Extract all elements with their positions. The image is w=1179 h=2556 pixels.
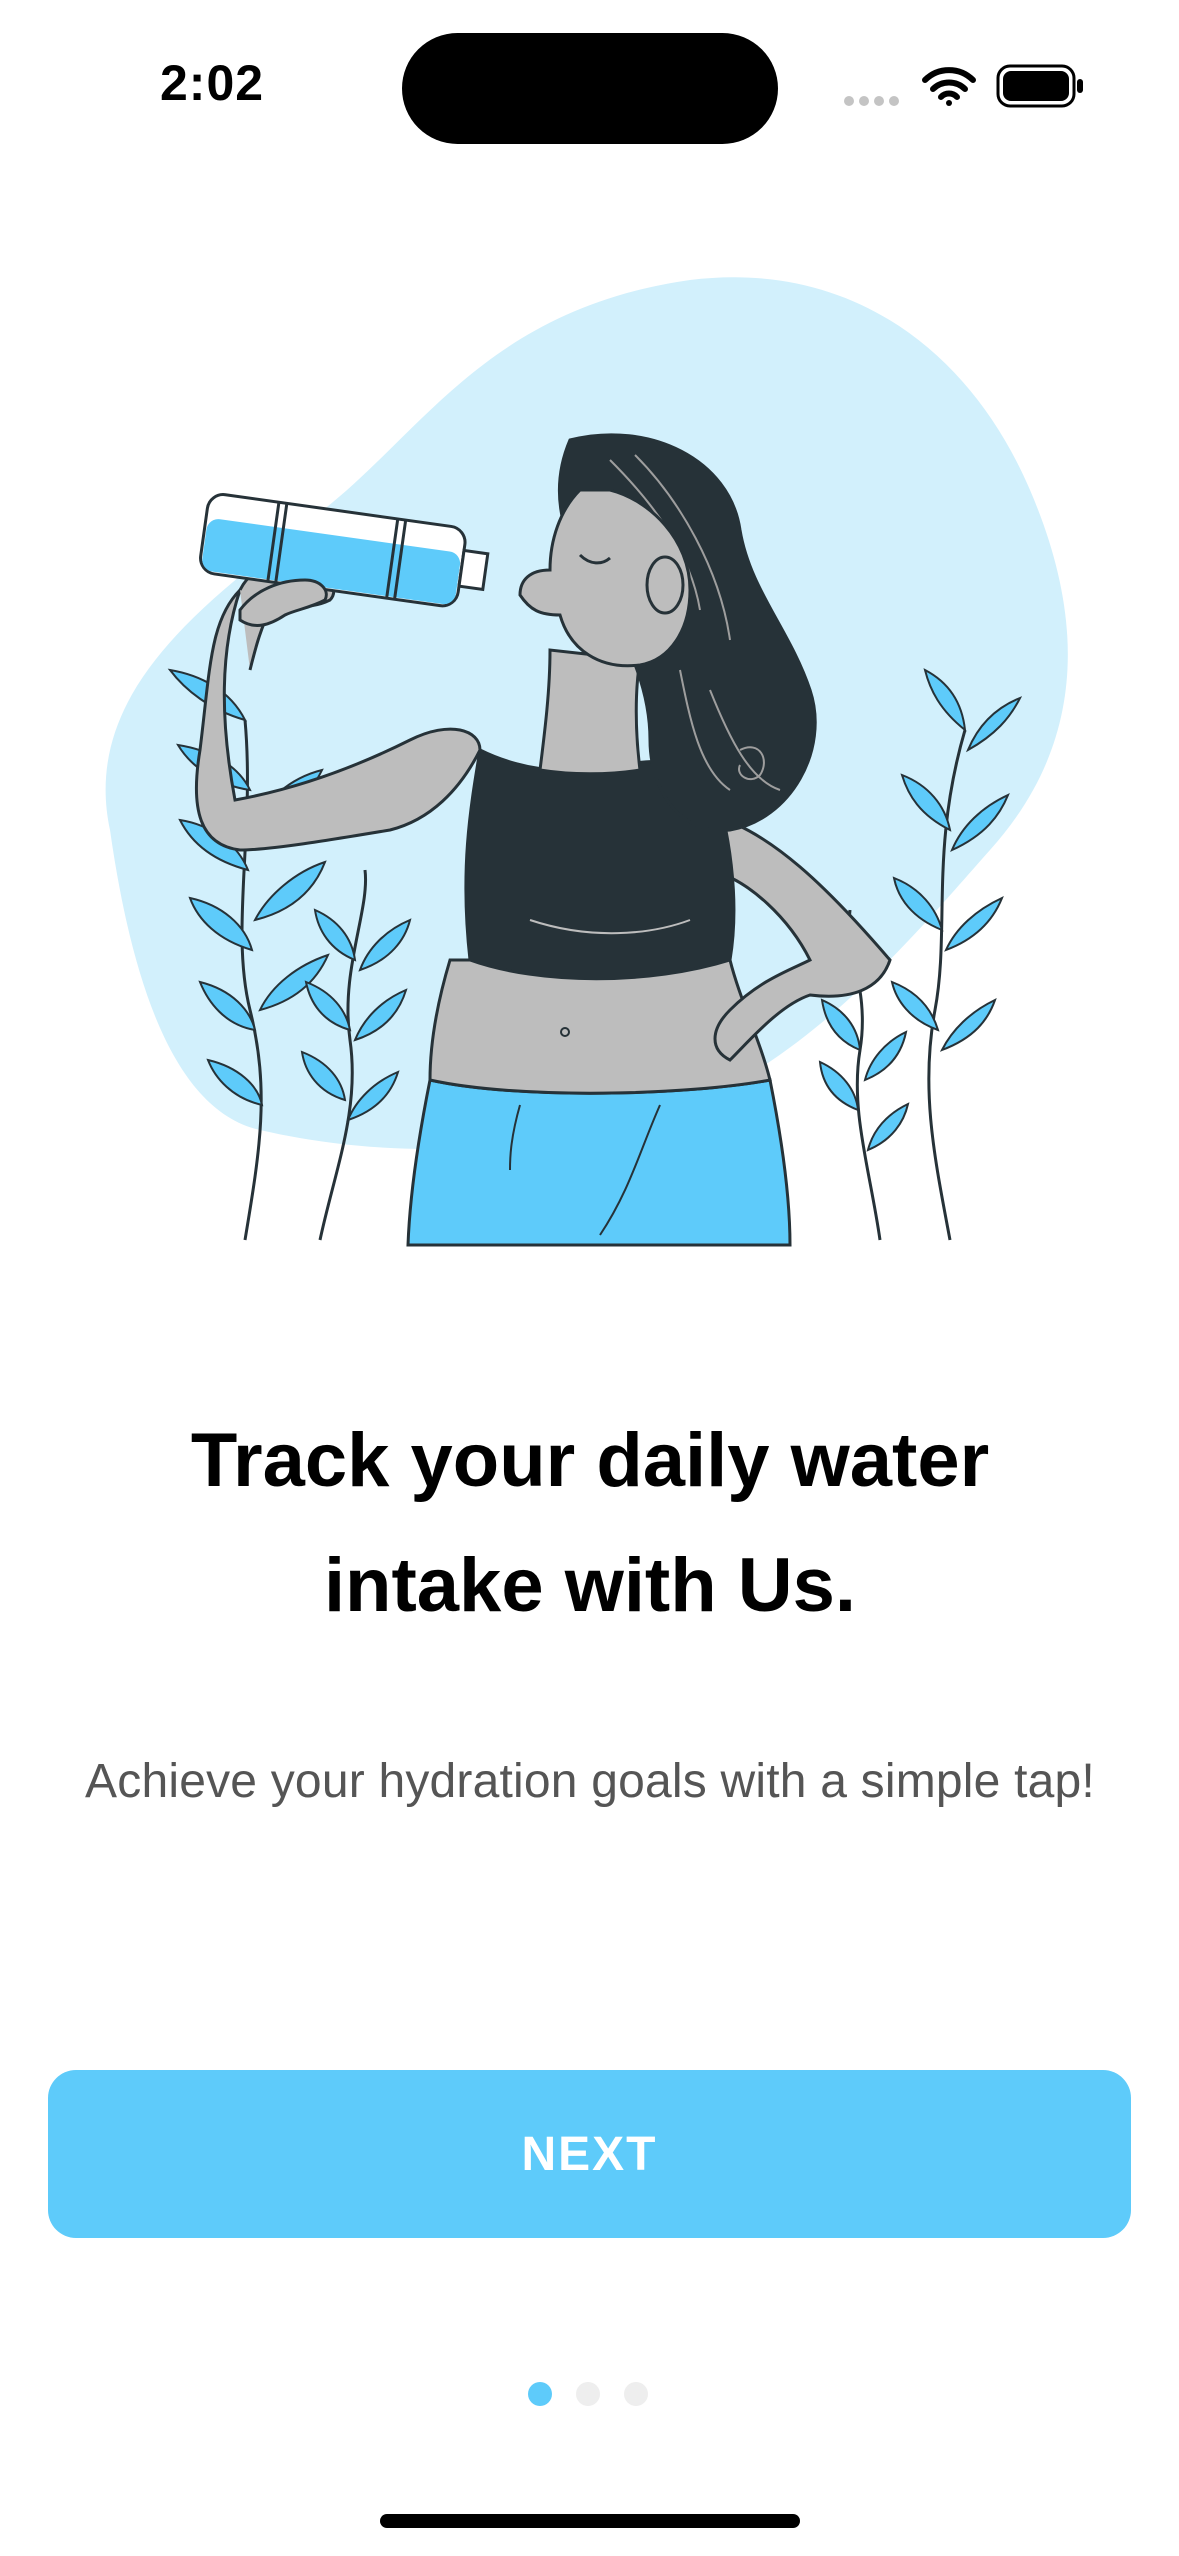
headline-line-1: Track your daily water	[190, 1418, 990, 1503]
page-indicator	[528, 2382, 658, 2410]
headline-line-2: intake with Us.	[323, 1543, 857, 1628]
onboarding-subtext: Achieve your hydration goals with a simp…	[85, 1755, 1095, 1808]
page-dot-2[interactable]	[576, 2382, 600, 2406]
next-button[interactable]: NEXT	[48, 2070, 1131, 2238]
woman-drinking-water-illustration	[105, 277, 1068, 1247]
page-dot-1[interactable]	[528, 2382, 552, 2406]
wifi-icon	[922, 67, 976, 106]
home-indicator[interactable]	[380, 2514, 800, 2528]
onboarding-headline: Track your daily water intake with Us.	[60, 1398, 1120, 1648]
battery-icon	[996, 64, 1083, 108]
dynamic-island	[402, 33, 778, 144]
status-time: 2:02	[160, 55, 265, 111]
page-dot-3[interactable]	[624, 2382, 648, 2406]
next-button-label: NEXT	[521, 2127, 658, 2181]
status-bar: 2:02	[0, 0, 1179, 150]
